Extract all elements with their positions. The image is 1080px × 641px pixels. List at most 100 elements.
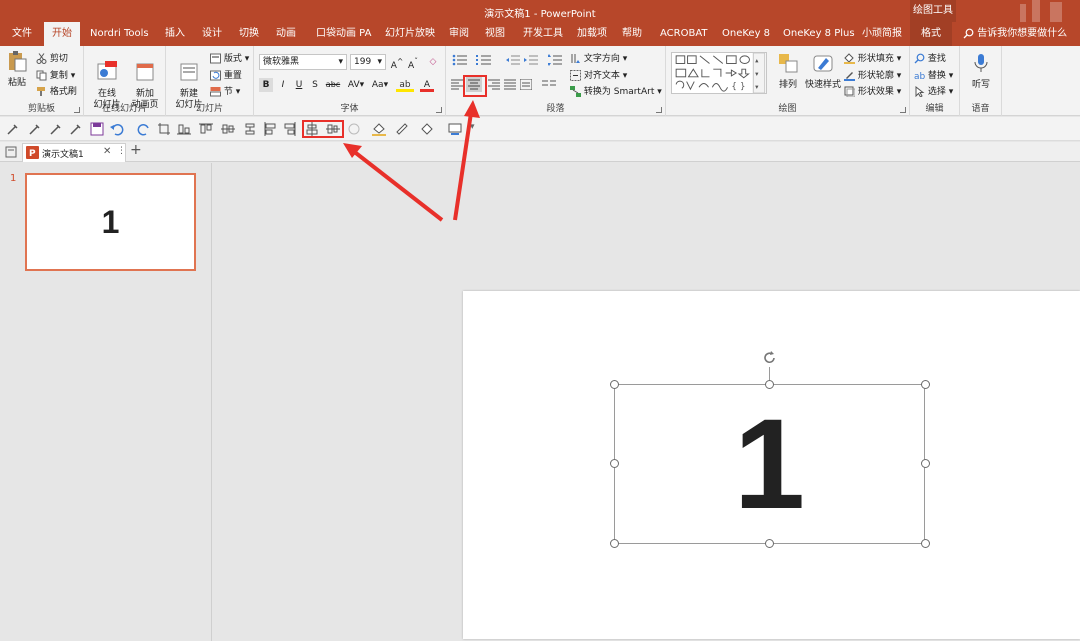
tab-nordri-tools[interactable]: Nordri Tools <box>90 22 149 46</box>
paste-button[interactable]: 粘贴 <box>4 50 30 89</box>
quick-styles-button[interactable]: 快速样式 <box>804 52 842 91</box>
find-button[interactable]: 查找 <box>914 51 946 64</box>
slide-thumbnail[interactable]: 1 <box>25 173 196 271</box>
font-dialog-launcher[interactable] <box>436 107 442 113</box>
eyedropper-icon[interactable] <box>6 122 20 136</box>
customize-qat-icon[interactable]: ▾ <box>470 122 475 132</box>
tab-help[interactable]: 帮助 <box>622 22 642 46</box>
align-middle-icon[interactable] <box>221 122 235 136</box>
resize-handle-bottom-right[interactable] <box>921 539 930 548</box>
align-right-icon[interactable] <box>488 79 500 90</box>
italic-button[interactable]: I <box>276 78 290 92</box>
selected-textbox[interactable]: 1 <box>614 384 925 544</box>
outline-color-icon[interactable] <box>395 122 409 136</box>
tab-insert[interactable]: 插入 <box>165 22 185 46</box>
close-icon[interactable]: ✕ <box>103 146 111 157</box>
distribute-vertical-icon[interactable] <box>243 122 257 136</box>
align-text-button[interactable]: 对齐文本 ▾ <box>570 68 627 81</box>
resize-handle-bottom[interactable] <box>765 539 774 548</box>
shrink-font-button[interactable]: Aˇ <box>406 55 420 71</box>
bold-button[interactable]: B <box>259 78 273 92</box>
shadow-button[interactable]: S <box>308 78 322 92</box>
tab-design[interactable]: 设计 <box>202 22 222 46</box>
tab-file[interactable]: 文件 <box>12 22 32 46</box>
copy-button[interactable]: 复制 ▾ <box>36 68 75 81</box>
bullets-icon[interactable] <box>452 54 468 66</box>
arrange-button[interactable]: 排列 <box>774 52 802 91</box>
align-left-icon[interactable] <box>451 79 463 90</box>
section-button[interactable]: 节 ▾ <box>210 84 240 97</box>
tab-transitions[interactable]: 切换 <box>239 22 259 46</box>
tab-slideshow[interactable]: 幻灯片放映 <box>385 22 435 46</box>
fill-color-icon[interactable] <box>372 122 386 136</box>
resize-handle-top-right[interactable] <box>921 380 930 389</box>
decrease-indent-icon[interactable] <box>506 54 520 66</box>
tab-acrobat[interactable]: ACROBAT <box>660 22 708 46</box>
char-spacing-button[interactable]: AV▾ <box>346 78 366 92</box>
columns-icon[interactable] <box>542 79 556 90</box>
tab-xiaowan[interactable]: 小顽简报 <box>862 22 902 46</box>
crop-icon[interactable] <box>157 122 171 136</box>
align-left-objects-icon[interactable] <box>263 122 277 136</box>
shape-fill-button[interactable]: 形状填充 ▾ <box>844 51 901 64</box>
font-color-button[interactable]: A <box>420 78 434 92</box>
tab-view[interactable]: 视图 <box>485 22 505 46</box>
cut-button[interactable]: 剪切 <box>36 51 68 64</box>
clipboard-dialog-launcher[interactable] <box>74 107 80 113</box>
text-direction-button[interactable]: 文字方向 ▾ <box>570 51 627 64</box>
tab-onekey8-plus[interactable]: OneKey 8 Plus <box>783 22 855 46</box>
tab-review[interactable]: 审阅 <box>449 22 469 46</box>
resize-handle-bottom-left[interactable] <box>610 539 619 548</box>
textbox-text[interactable]: 1 <box>615 385 924 543</box>
resize-handle-top-left[interactable] <box>610 380 619 389</box>
distributed-icon[interactable] <box>520 79 532 90</box>
rotate-handle-icon[interactable] <box>762 350 778 366</box>
redo-icon[interactable] <box>137 122 151 136</box>
reset-button[interactable]: 重置 <box>210 68 242 81</box>
tab-developer[interactable]: 开发工具 <box>523 22 563 46</box>
drawing-dialog-launcher[interactable] <box>900 107 906 113</box>
numbering-icon[interactable] <box>476 54 492 66</box>
slide-canvas[interactable]: 1 <box>463 291 1080 639</box>
format-painter-button[interactable]: 格式刷 <box>36 84 77 97</box>
grow-font-button[interactable]: A^ <box>390 55 404 71</box>
eyedropper-icon[interactable] <box>28 122 42 136</box>
tab-onekey8[interactable]: OneKey 8 <box>722 22 770 46</box>
justify-icon[interactable] <box>504 79 516 90</box>
shapes-gallery[interactable]: {} ▴▾▾ <box>671 52 767 94</box>
shape-icon[interactable] <box>348 122 362 136</box>
align-bottom-icon[interactable] <box>177 122 191 136</box>
new-tab-icon[interactable]: + <box>130 142 142 158</box>
resize-handle-left[interactable] <box>610 459 619 468</box>
shape-outline-button[interactable]: 形状轮廓 ▾ <box>844 68 901 81</box>
convert-smartart-button[interactable]: 转换为 SmartArt ▾ <box>570 84 662 97</box>
shape-effects-button[interactable]: 形状效果 ▾ <box>844 84 901 97</box>
align-right-objects-icon[interactable] <box>283 122 297 136</box>
tab-format[interactable]: 格式 <box>910 22 952 46</box>
tab-pocket-animation[interactable]: 口袋动画 PA <box>316 22 371 46</box>
clear-format-icon[interactable]: ◇ <box>426 55 440 69</box>
dictate-button[interactable]: 听写 <box>964 52 998 91</box>
line-spacing-icon[interactable] <box>548 54 562 66</box>
tab-addins[interactable]: 加载项 <box>577 22 607 46</box>
select-button[interactable]: 选择 ▾ <box>914 84 953 97</box>
tab-animations[interactable]: 动画 <box>276 22 296 46</box>
font-size-box[interactable]: 199 ▾ <box>350 54 386 70</box>
document-tab[interactable]: P 演示文稿1 ✕ ⋮ <box>22 143 126 162</box>
resize-handle-right[interactable] <box>921 459 930 468</box>
paragraph-dialog-launcher[interactable] <box>656 107 662 113</box>
replace-button[interactable]: ab 替换 ▾ <box>914 68 953 81</box>
tab-list-icon[interactable] <box>5 146 17 158</box>
tell-me-box[interactable]: 告诉我你想要做什么 <box>963 22 1067 46</box>
layout-button[interactable]: 版式 ▾ <box>210 51 249 64</box>
strikethrough-button[interactable]: abc <box>324 78 342 92</box>
resize-handle-top[interactable] <box>765 380 774 389</box>
change-case-button[interactable]: Aa▾ <box>369 78 391 92</box>
align-top-icon[interactable] <box>199 122 213 136</box>
more-icon[interactable]: ⋮ <box>117 146 126 156</box>
undo-icon[interactable] <box>110 122 124 136</box>
highlight-color-button[interactable]: ab <box>396 78 414 92</box>
effects-icon[interactable] <box>420 122 434 136</box>
save-icon[interactable] <box>90 122 104 136</box>
underline-button[interactable]: U <box>292 78 306 92</box>
